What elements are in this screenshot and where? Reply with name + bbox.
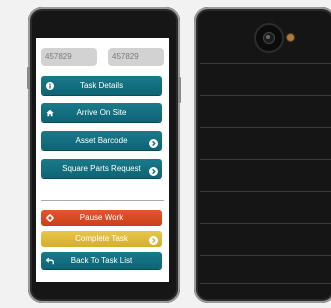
back-panel-line (200, 127, 331, 128)
complete-task-button[interactable]: Complete Task (41, 231, 162, 247)
back-to-task-list-button[interactable]: Back To Task List (41, 252, 162, 269)
id-fields-row (41, 48, 164, 66)
back-panel-line (200, 95, 331, 96)
complete-task-label: Complete Task (75, 234, 128, 243)
back-arrow-icon (46, 252, 54, 269)
arrive-on-site-label: Arrive On Site (76, 108, 127, 117)
phone-back (194, 7, 331, 303)
section-divider (41, 200, 164, 201)
mockup-stage: Task Details Arrive On Site Asset Barcod… (0, 0, 331, 308)
chevron-right-circle-icon (149, 164, 158, 176)
flash-icon (287, 34, 294, 41)
back-panel-line (200, 191, 331, 192)
back-panel-line (200, 255, 331, 256)
back-panel-line (200, 63, 331, 64)
home-icon (46, 103, 54, 122)
back-panel-line (200, 283, 331, 284)
phone-front: Task Details Arrive On Site Asset Barcod… (27, 7, 181, 303)
camera-icon (256, 25, 282, 51)
info-icon (46, 76, 54, 95)
right-id-field[interactable] (108, 48, 164, 66)
back-panel-line (200, 223, 331, 224)
lens-glint (266, 35, 270, 39)
back-panel-line (200, 159, 331, 160)
left-id-field[interactable] (41, 48, 97, 66)
chevron-right-circle-icon (149, 235, 158, 245)
task-details-label: Task Details (79, 81, 124, 90)
chevron-right-circle-icon (149, 136, 158, 148)
volume-button (27, 67, 30, 89)
gear-icon (46, 210, 54, 226)
app-screen: Task Details Arrive On Site Asset Barcod… (36, 38, 169, 282)
task-details-button[interactable]: Task Details (41, 76, 162, 95)
camera-lens (263, 32, 275, 44)
back-to-task-list-label: Back To Task List (70, 256, 133, 265)
asset-barcode-label: Asset Barcode (75, 136, 128, 145)
square-parts-request-button[interactable]: Square Parts Request (41, 159, 162, 178)
pause-work-button[interactable]: Pause Work (41, 210, 162, 226)
power-button (178, 77, 181, 103)
arrive-on-site-button[interactable]: Arrive On Site (41, 103, 162, 122)
square-parts-request-label: Square Parts Request (62, 164, 141, 173)
asset-barcode-button[interactable]: Asset Barcode (41, 131, 162, 150)
pause-work-label: Pause Work (79, 213, 124, 222)
